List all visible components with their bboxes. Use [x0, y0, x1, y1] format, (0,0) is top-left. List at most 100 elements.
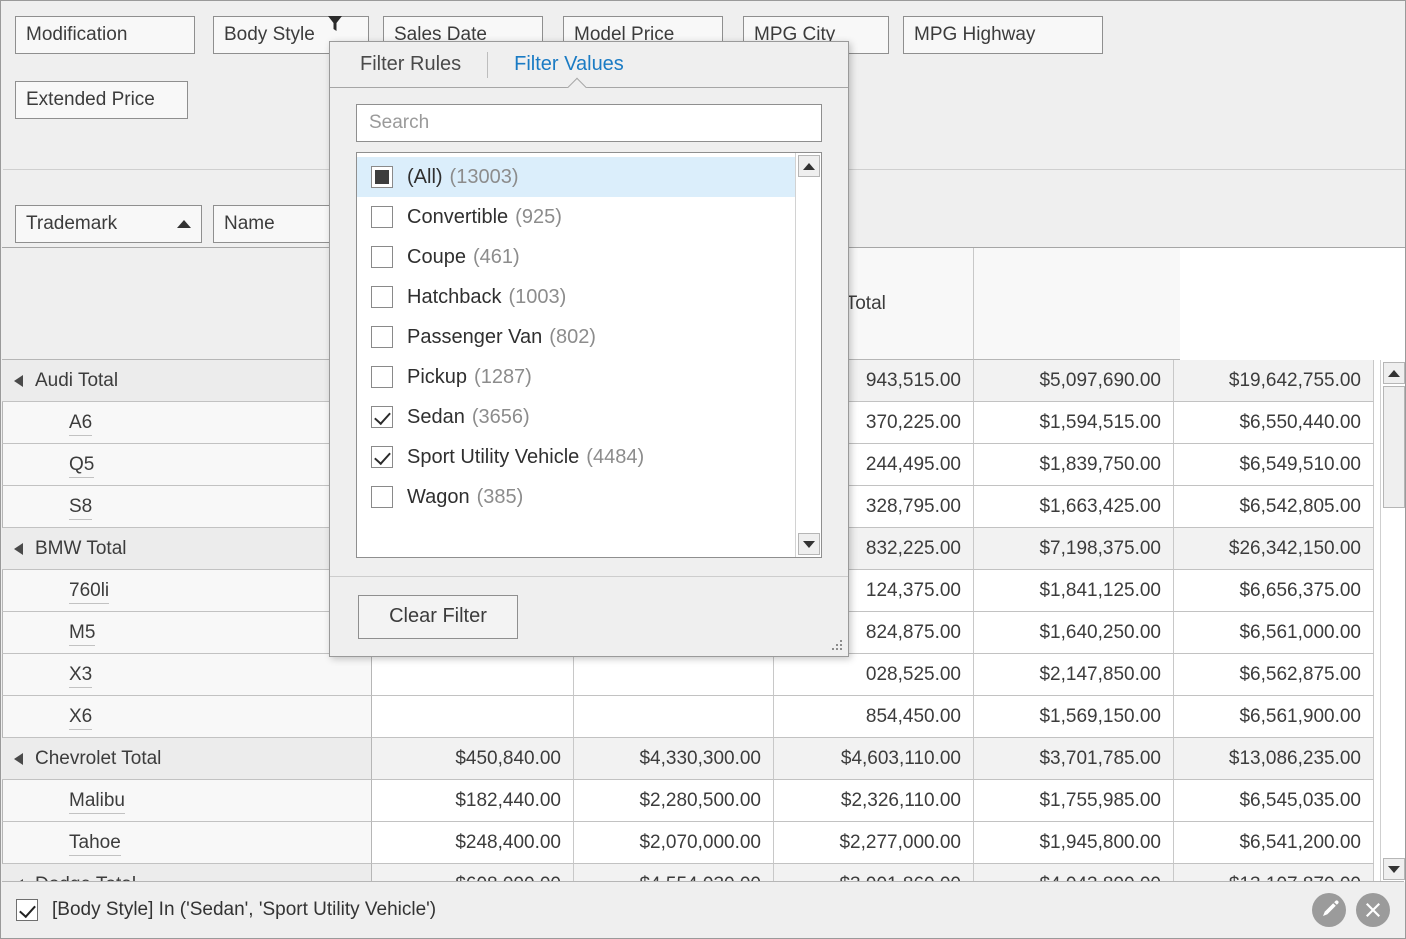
- field-button-trademark[interactable]: Trademark: [15, 205, 202, 243]
- collapse-triangle-icon[interactable]: [14, 374, 23, 387]
- field-button-mpg-highway[interactable]: MPG Highway: [903, 16, 1103, 54]
- filter-value-checkbox[interactable]: [371, 286, 393, 308]
- filter-value-item[interactable]: Pickup (1287): [357, 357, 795, 397]
- data-cell[interactable]: $5,097,690.00: [974, 360, 1174, 402]
- row-leaf-header[interactable]: X6: [2, 696, 372, 738]
- data-cell[interactable]: [372, 696, 574, 738]
- row-leaf-header[interactable]: Malibu: [2, 780, 372, 822]
- filter-value-item[interactable]: Convertible (925): [357, 197, 795, 237]
- data-cell[interactable]: $13,107,870.00: [1174, 864, 1374, 882]
- data-cell[interactable]: $6,545,035.00: [1174, 780, 1374, 822]
- data-cell[interactable]: $4,043,890.00: [974, 864, 1174, 882]
- data-cell[interactable]: $1,663,425.00: [974, 486, 1174, 528]
- data-cell[interactable]: $2,280,500.00: [574, 780, 774, 822]
- filter-value-checkbox[interactable]: [371, 486, 393, 508]
- table-row[interactable]: Chevrolet Total $450,840.00 $4,330,300.00 $…: [2, 738, 1405, 780]
- table-row[interactable]: Malibu $182,440.00 $2,280,500.00 $2,326,110…: [2, 780, 1405, 822]
- data-cell[interactable]: [574, 654, 774, 696]
- prefilter-enabled-checkbox[interactable]: [16, 898, 38, 921]
- tab-filter-rules[interactable]: Filter Rules: [356, 53, 465, 76]
- row-leaf-header[interactable]: 760li: [2, 570, 372, 612]
- data-cell[interactable]: $19,642,755.00: [1174, 360, 1374, 402]
- data-cell[interactable]: $3,901,860.00: [774, 864, 974, 882]
- data-cell[interactable]: $1,945,800.00: [974, 822, 1174, 864]
- search-input[interactable]: Search: [356, 104, 822, 142]
- data-cell[interactable]: $4,603,110.00: [774, 738, 974, 780]
- data-cell[interactable]: $182,440.00: [372, 780, 574, 822]
- row-leaf-header[interactable]: Q5: [2, 444, 372, 486]
- grid-vertical-scrollbar[interactable]: [1380, 360, 1405, 882]
- data-cell[interactable]: [372, 654, 574, 696]
- row-group-header[interactable]: Audi Total: [2, 360, 372, 402]
- data-cell[interactable]: [574, 696, 774, 738]
- data-cell[interactable]: $1,594,515.00: [974, 402, 1174, 444]
- filter-values-scrollbar[interactable]: [795, 153, 821, 557]
- data-cell[interactable]: 854,450.00: [774, 696, 974, 738]
- row-group-header[interactable]: Dodge Total: [2, 864, 372, 882]
- data-cell[interactable]: $6,541,200.00: [1174, 822, 1374, 864]
- collapse-triangle-icon[interactable]: [14, 542, 23, 555]
- row-group-header[interactable]: BMW Total: [2, 528, 372, 570]
- field-button-modification[interactable]: Modification: [15, 16, 195, 54]
- data-cell[interactable]: $6,550,440.00: [1174, 402, 1374, 444]
- filter-value-item[interactable]: Wagon (385): [357, 477, 795, 517]
- data-cell[interactable]: $3,701,785.00: [974, 738, 1174, 780]
- resize-grip-handle[interactable]: [830, 638, 842, 650]
- data-cell[interactable]: $6,561,900.00: [1174, 696, 1374, 738]
- data-cell[interactable]: $4,330,300.00: [574, 738, 774, 780]
- values-scroll-up-button[interactable]: [798, 155, 820, 177]
- data-cell[interactable]: $2,070,000.00: [574, 822, 774, 864]
- data-cell[interactable]: $450,840.00: [372, 738, 574, 780]
- data-cell[interactable]: $6,656,375.00: [1174, 570, 1374, 612]
- data-cell[interactable]: $13,086,235.00: [1174, 738, 1374, 780]
- data-cell[interactable]: $248,400.00: [372, 822, 574, 864]
- data-cell[interactable]: $1,841,125.00: [974, 570, 1174, 612]
- filter-value-item[interactable]: Sport Utility Vehicle (4484): [357, 437, 795, 477]
- filter-value-item[interactable]: Passenger Van (802): [357, 317, 795, 357]
- scroll-up-button[interactable]: [1383, 362, 1405, 384]
- scrollbar-thumb[interactable]: [1383, 386, 1405, 508]
- data-cell[interactable]: $2,326,110.00: [774, 780, 974, 822]
- filter-funnel-icon[interactable]: [327, 14, 343, 34]
- filter-value-checkbox[interactable]: [371, 326, 393, 348]
- scroll-down-button[interactable]: [1383, 858, 1405, 880]
- filter-value-checkbox[interactable]: [371, 406, 393, 428]
- data-cell[interactable]: $7,198,375.00: [974, 528, 1174, 570]
- table-row[interactable]: X6 854,450.00 $1,569,150.00 $6,561,900.00: [2, 696, 1405, 738]
- filter-value-checkbox[interactable]: [371, 206, 393, 228]
- data-cell[interactable]: $608,090.00: [372, 864, 574, 882]
- filter-value-item[interactable]: Coupe (461): [357, 237, 795, 277]
- data-cell[interactable]: $26,342,150.00: [1174, 528, 1374, 570]
- data-cell[interactable]: $6,562,875.00: [1174, 654, 1374, 696]
- field-button-extended-price[interactable]: Extended Price: [15, 81, 188, 119]
- table-row[interactable]: X3 028,525.00 $2,147,850.00 $6,562,875.00: [2, 654, 1405, 696]
- data-cell[interactable]: $2,277,000.00: [774, 822, 974, 864]
- row-leaf-header[interactable]: M5: [2, 612, 372, 654]
- row-group-header[interactable]: Chevrolet Total: [2, 738, 372, 780]
- table-row[interactable]: Dodge Total$608,090.00$4,554,030.00$3,90…: [2, 864, 1405, 882]
- row-leaf-header[interactable]: S8: [2, 486, 372, 528]
- data-cell[interactable]: $4,554,030.00: [574, 864, 774, 882]
- values-scroll-down-button[interactable]: [798, 533, 820, 555]
- data-cell[interactable]: $1,839,750.00: [974, 444, 1174, 486]
- filter-value-item[interactable]: Sedan (3656): [357, 397, 795, 437]
- collapse-triangle-icon[interactable]: [14, 752, 23, 765]
- data-cell[interactable]: $6,561,000.00: [1174, 612, 1374, 654]
- filter-value-checkbox[interactable]: [371, 166, 393, 188]
- prefilter-edit-button[interactable]: [1312, 892, 1346, 927]
- data-cell[interactable]: $6,542,805.00: [1174, 486, 1374, 528]
- filter-value-item[interactable]: (All) (13003): [357, 157, 795, 197]
- filter-value-checkbox[interactable]: [371, 246, 393, 268]
- row-leaf-header[interactable]: Tahoe: [2, 822, 372, 864]
- filter-value-checkbox[interactable]: [371, 366, 393, 388]
- tab-filter-values[interactable]: Filter Values: [510, 53, 628, 76]
- row-leaf-header[interactable]: X3: [2, 654, 372, 696]
- data-cell[interactable]: $1,755,985.00: [974, 780, 1174, 822]
- row-leaf-header[interactable]: A6: [2, 402, 372, 444]
- data-cell[interactable]: $6,549,510.00: [1174, 444, 1374, 486]
- clear-filter-button[interactable]: Clear Filter: [358, 594, 518, 639]
- data-cell[interactable]: $1,569,150.00: [974, 696, 1174, 738]
- filter-value-checkbox[interactable]: [371, 446, 393, 468]
- data-cell[interactable]: $2,147,850.00: [974, 654, 1174, 696]
- table-row[interactable]: Tahoe $248,400.00 $2,070,000.00 $2,277,000.…: [2, 822, 1405, 864]
